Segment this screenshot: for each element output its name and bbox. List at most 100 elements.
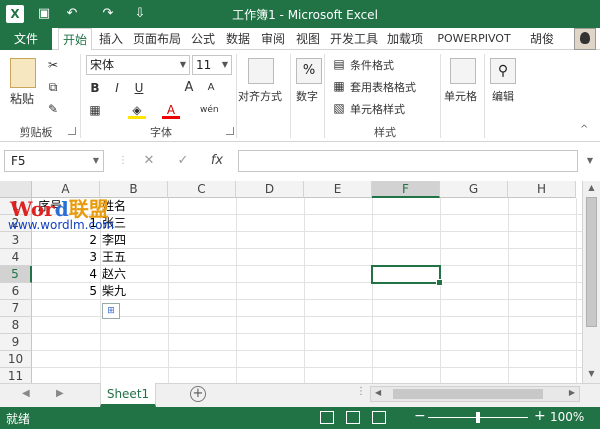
row-header-selected[interactable]: 5 <box>0 266 32 283</box>
cut-icon[interactable]: ✂ <box>44 56 62 74</box>
tab-split-grip-icon[interactable]: ⋮ <box>356 386 366 397</box>
tab-formulas[interactable]: 公式 <box>187 28 219 50</box>
add-sheet-button[interactable]: + <box>190 386 206 402</box>
row-header[interactable]: 10 <box>0 351 32 368</box>
worksheet-grid[interactable]: A B C D E F G H 1 2 3 4 5 6 7 8 9 10 11 … <box>0 181 582 383</box>
row-header[interactable]: 8 <box>0 317 32 334</box>
row-header[interactable]: 4 <box>0 249 32 266</box>
paste-button[interactable]: 粘贴 <box>10 90 34 107</box>
row-header[interactable]: 6 <box>0 283 32 300</box>
zoom-out-button[interactable]: − <box>414 408 426 424</box>
normal-view-icon[interactable] <box>320 411 334 424</box>
column-header[interactable]: E <box>304 181 372 198</box>
vertical-scrollbar[interactable]: ▲ ▼ <box>582 181 600 383</box>
bold-button[interactable]: B <box>86 79 104 97</box>
cell-styles-button[interactable]: 单元格样式 <box>350 101 405 117</box>
cell-a4[interactable]: 3 <box>32 249 100 266</box>
cell-b3[interactable]: 李四 <box>102 232 126 249</box>
scroll-down-icon[interactable]: ▼ <box>583 367 600 381</box>
cell-a6[interactable]: 5 <box>32 283 100 300</box>
sheet-prev-icon[interactable]: ◀ <box>22 388 30 399</box>
horizontal-scrollbar[interactable]: ◀ ▶ <box>370 386 580 402</box>
font-size-select[interactable]: 11 ▼ <box>192 55 232 75</box>
copy-icon[interactable]: ⧉ <box>44 78 62 96</box>
tab-addins[interactable]: 加载项 <box>384 28 426 50</box>
row-header[interactable]: 11 <box>0 368 32 383</box>
auto-fill-options-icon[interactable]: ⊞ <box>102 303 120 319</box>
column-header-selected[interactable]: F <box>372 181 440 198</box>
borders-icon[interactable]: ▦ <box>86 101 104 119</box>
font-color-button[interactable]: A <box>162 101 180 119</box>
italic-button[interactable]: I <box>108 79 126 97</box>
active-cell-f5[interactable] <box>371 265 443 286</box>
sheet-next-icon[interactable]: ▶ <box>56 388 64 399</box>
redo-icon[interactable]: ↷ <box>98 5 118 23</box>
format-painter-icon[interactable]: ✎ <box>44 100 62 118</box>
scroll-thumb[interactable] <box>586 197 597 327</box>
paste-icon[interactable] <box>10 58 36 88</box>
column-header[interactable]: B <box>100 181 168 198</box>
row-header[interactable]: 3 <box>0 232 32 249</box>
tab-file[interactable]: 文件 <box>0 28 52 50</box>
column-header[interactable]: H <box>508 181 576 198</box>
tab-insert[interactable]: 插入 <box>95 28 127 50</box>
tab-powerpivot[interactable]: POWERPIVOT <box>430 28 518 50</box>
column-header[interactable]: C <box>168 181 236 198</box>
user-name[interactable]: 胡俊 <box>522 28 562 50</box>
conditional-format-button[interactable]: 条件格式 <box>350 57 394 73</box>
cancel-icon[interactable]: ✕ <box>138 150 160 172</box>
tab-data[interactable]: 数据 <box>222 28 254 50</box>
zoom-in-button[interactable]: + <box>534 408 546 424</box>
number-button[interactable]: 数字 <box>296 88 318 104</box>
zoom-slider-handle[interactable] <box>476 412 480 423</box>
cell-a3[interactable]: 2 <box>32 232 100 249</box>
cell-b5[interactable]: 赵六 <box>102 266 126 283</box>
grow-font-button[interactable]: A <box>180 79 198 97</box>
cells-icon[interactable] <box>450 58 476 84</box>
number-format-icon[interactable]: % <box>296 58 322 84</box>
clipboard-launcher-icon[interactable] <box>68 127 76 135</box>
save-icon[interactable]: ▣ <box>34 5 54 23</box>
tab-review[interactable]: 审阅 <box>257 28 289 50</box>
zoom-level[interactable]: 100% <box>550 410 584 424</box>
undo-icon[interactable]: ↶ <box>62 5 82 23</box>
binoculars-icon[interactable]: ⚲ <box>490 58 516 84</box>
tab-page-layout[interactable]: 页面布局 <box>130 28 184 50</box>
scroll-left-icon[interactable]: ◀ <box>375 388 381 397</box>
sheet-tab-sheet1[interactable]: Sheet1 <box>100 383 156 407</box>
cell-a5[interactable]: 4 <box>32 266 100 283</box>
tab-developer[interactable]: 开发工具 <box>327 28 381 50</box>
cell-b6[interactable]: 柴九 <box>102 283 126 300</box>
expand-formula-bar-icon[interactable]: ▼ <box>584 150 596 172</box>
tab-home[interactable]: 开始 <box>58 28 92 51</box>
avatar[interactable] <box>574 28 596 50</box>
name-box[interactable]: F5 ▼ <box>4 150 104 172</box>
fill-color-icon[interactable]: ◈ <box>128 101 146 119</box>
phonetic-button[interactable]: wén <box>200 101 219 119</box>
row-header[interactable]: 7 <box>0 300 32 317</box>
font-launcher-icon[interactable] <box>226 127 234 135</box>
cells-button[interactable]: 单元格 <box>444 88 477 104</box>
enter-icon[interactable]: ✓ <box>172 150 194 172</box>
column-header[interactable]: D <box>236 181 304 198</box>
format-as-table-button[interactable]: 套用表格格式 <box>350 79 416 95</box>
alignment-icon[interactable] <box>248 58 274 84</box>
insert-function-icon[interactable]: fx <box>206 150 228 172</box>
shrink-font-button[interactable]: A <box>202 79 220 97</box>
tab-view[interactable]: 视图 <box>292 28 324 50</box>
scroll-thumb[interactable] <box>393 389 543 399</box>
row-header[interactable]: 9 <box>0 334 32 351</box>
page-layout-view-icon[interactable] <box>346 411 360 424</box>
scroll-up-icon[interactable]: ▲ <box>583 181 600 195</box>
collapse-ribbon-icon[interactable]: ^ <box>580 124 588 135</box>
scroll-right-icon[interactable]: ▶ <box>569 388 575 397</box>
customize-icon[interactable]: ⇩ <box>130 5 150 23</box>
alignment-button[interactable]: 对齐方式 <box>238 88 282 104</box>
column-header[interactable]: G <box>440 181 508 198</box>
formula-input[interactable] <box>238 150 578 172</box>
page-break-view-icon[interactable] <box>372 411 386 424</box>
editing-button[interactable]: 编辑 <box>492 88 514 104</box>
cell-b4[interactable]: 王五 <box>102 249 126 266</box>
underline-button[interactable]: U <box>130 79 148 97</box>
font-name-select[interactable]: 宋体 ▼ <box>86 55 190 75</box>
